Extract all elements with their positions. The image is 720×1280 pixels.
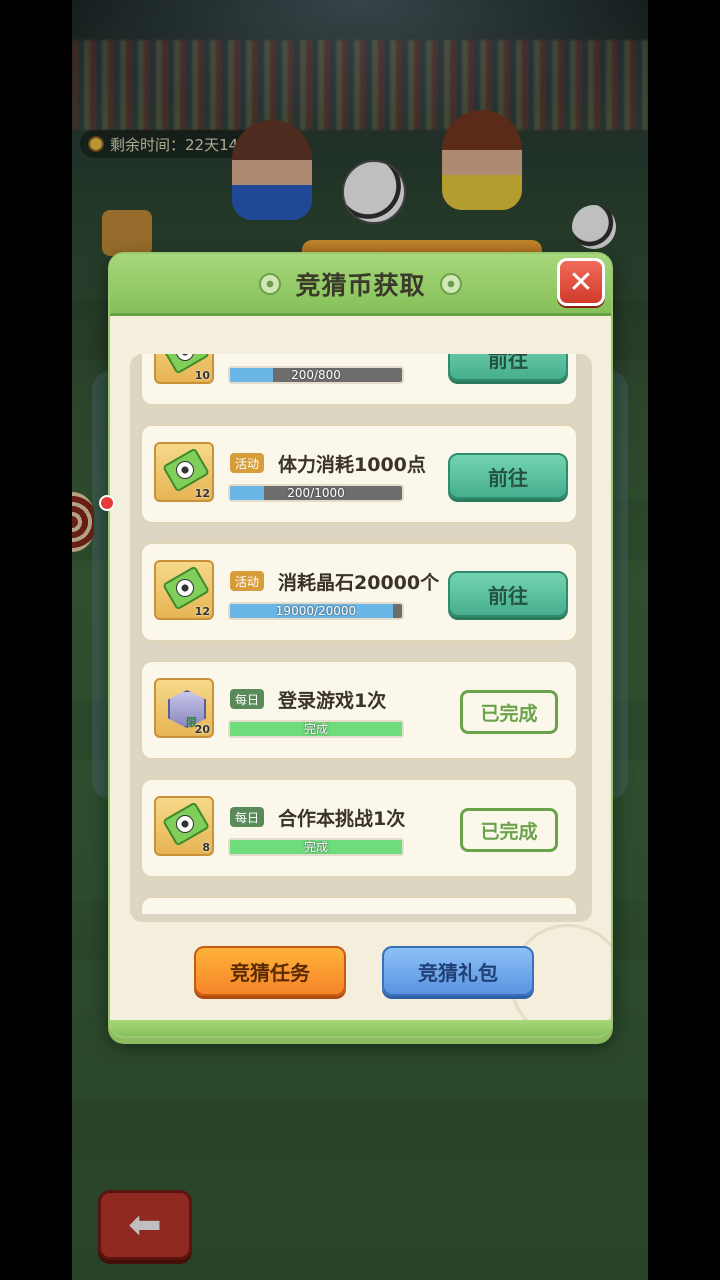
task-card: 限 20 每日 登录游戏1次完成 已完成 [140, 660, 578, 760]
guess-gift-button[interactable]: 竞猜礼包 [382, 946, 534, 996]
task-list[interactable]: 10 200/800 前往 12 活动 体力消耗1000点 200/1000 前往 12 活动 消耗… [130, 354, 592, 922]
coin-acquire-dialog: 竞猜币获取 ✕ 10 200/800 前往 12 活动 体力消耗1000点 200/1000… [108, 252, 613, 1038]
progress-bar: 200/1000 [228, 484, 404, 502]
task-card: 10 200/800 前往 [140, 354, 578, 406]
reward-icon: 8 [154, 796, 214, 856]
soccer-ball-icon [176, 815, 194, 833]
reward-icon: 限 20 [154, 678, 214, 738]
dialog-title: 竞猜币获取 [295, 270, 426, 300]
progress-bar: 完成 [228, 720, 404, 738]
soccer-ball-icon [439, 272, 462, 295]
task-card: 12 活动 消耗晶石20000个 19000/20000 前往 [140, 542, 578, 642]
reward-icon: 10 [154, 354, 214, 384]
dialog-header: 竞猜币获取 [110, 254, 611, 316]
task-list-scroll[interactable]: 10 200/800 前往 12 活动 体力消耗1000点 200/1000 前往 12 活动 消耗… [140, 354, 580, 914]
go-button[interactable]: 前往 [448, 453, 568, 499]
task-card: 8 每日 合作本挑战1次完成 已完成 [140, 778, 578, 878]
reward-quantity: 20 [194, 723, 210, 736]
task-tag: 活动 [230, 453, 265, 473]
progress-text: 完成 [303, 840, 328, 854]
completed-button: 已完成 [460, 690, 558, 734]
close-icon: ✕ [568, 264, 594, 300]
progress-bar: 19000/20000 [228, 602, 404, 620]
task-card-partial [140, 896, 578, 914]
progress-bar: 完成 [228, 838, 404, 856]
go-button[interactable]: 前往 [448, 571, 568, 617]
reward-icon: 12 [154, 442, 214, 502]
go-button[interactable]: 前往 [448, 354, 568, 381]
soccer-ball-icon [259, 272, 282, 295]
progress-bar: 200/800 [228, 366, 404, 384]
soccer-ball-icon [176, 579, 194, 597]
progress-text: 19000/20000 [275, 604, 357, 618]
reward-icon: 12 [154, 560, 214, 620]
guess-tasks-button[interactable]: 竞猜任务 [194, 946, 346, 996]
reward-quantity: 12 [194, 487, 210, 500]
progress-text: 完成 [303, 722, 328, 736]
soccer-ball-icon [176, 461, 194, 479]
progress-text: 200/800 [291, 368, 341, 382]
task-tag: 活动 [230, 571, 265, 591]
progress-text: 200/1000 [287, 486, 345, 500]
task-tag: 每日 [230, 807, 265, 827]
task-name: 体力消耗1000点 [278, 454, 426, 476]
task-card: 12 活动 体力消耗1000点 200/1000 前往 [140, 424, 578, 524]
modal-overlay: 竞猜币获取 ✕ 10 200/800 前往 12 活动 体力消耗1000点 200/1000… [0, 0, 720, 1280]
task-name: 消耗晶石20000个 [278, 572, 440, 594]
close-button[interactable]: ✕ [557, 258, 605, 306]
reward-quantity: 10 [194, 369, 210, 382]
task-name: 登录游戏1次 [278, 690, 387, 712]
dialog-footer [110, 1020, 611, 1036]
reward-quantity: 12 [194, 605, 210, 618]
completed-button: 已完成 [460, 808, 558, 852]
reward-quantity: 8 [202, 841, 210, 854]
task-name: 合作本挑战1次 [278, 808, 406, 830]
notification-dot [99, 495, 115, 511]
task-tag: 每日 [230, 689, 265, 709]
